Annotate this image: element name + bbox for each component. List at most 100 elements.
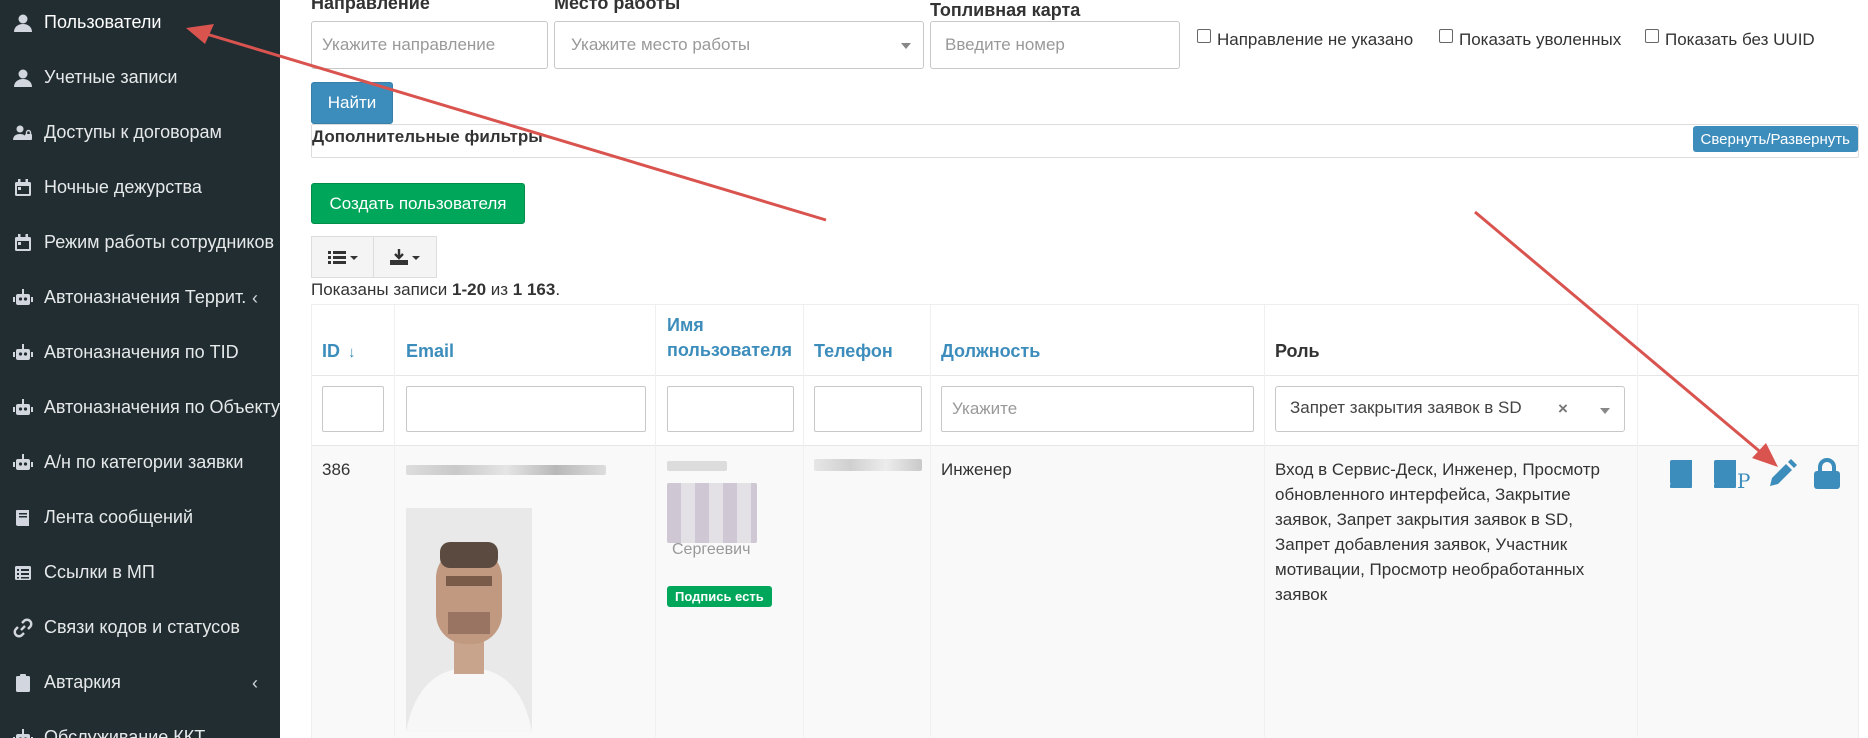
list-icon — [12, 562, 34, 584]
sidebar-item-label: Обслуживание ККТ — [44, 727, 206, 738]
sidebar-item-message-feed[interactable]: Лента сообщений — [0, 490, 280, 545]
link-icon — [12, 617, 34, 639]
sidebar-item-users[interactable]: Пользователи — [0, 0, 280, 50]
robot-icon — [12, 397, 34, 419]
cell-id: 386 — [322, 460, 351, 479]
additional-filters-panel: Дополнительные фильтры Свернуть/Разверну… — [311, 124, 1859, 158]
workplace-label: Место работы — [554, 0, 681, 13]
sidebar-item-auto-tid[interactable]: Автоназначения по TID — [0, 325, 280, 380]
export-menu-button[interactable] — [374, 236, 437, 278]
direction-input[interactable]: Укажите направление — [311, 21, 548, 69]
sidebar-item-label: Ночные дежурства — [44, 177, 202, 197]
filter-id-input[interactable] — [322, 386, 384, 432]
users-table: ID ↓ Email Имя пользователя Телефон Долж… — [311, 304, 1859, 738]
summary-middle: из — [486, 280, 513, 299]
users-lock-icon — [12, 122, 34, 144]
filter-username-input[interactable] — [667, 386, 794, 432]
no-direction-checkbox[interactable]: Направление не указано — [1197, 29, 1414, 50]
header-phone[interactable]: Телефон — [814, 339, 893, 364]
checkbox-label: Показать уволенных — [1459, 30, 1622, 49]
user-icon — [12, 67, 34, 89]
robot-icon — [12, 287, 34, 309]
sidebar-item-label: Учетные записи — [44, 67, 178, 87]
filter-email-input[interactable] — [406, 386, 646, 432]
cell-roles: Вход в Сервис-Деск, Инженер, Просмотр об… — [1275, 457, 1630, 607]
summary-total: 1 163 — [512, 280, 556, 299]
sidebar-item-kkt-service[interactable]: Обслуживание ККТ — [0, 710, 280, 738]
cell-username-fragment: Сергеевич — [672, 541, 751, 558]
workplace-select-placeholder: Укажите место работы — [571, 35, 751, 54]
summary-suffix: . — [555, 280, 561, 299]
sidebar-item-accounts[interactable]: Учетные записи — [0, 50, 280, 105]
robot-icon — [12, 727, 34, 738]
create-user-button[interactable]: Создать пользователя — [311, 183, 525, 224]
sidebar-item-auto-category[interactable]: А/н по категории заявки — [0, 435, 280, 490]
fuelcard-input[interactable]: Введите номер — [930, 21, 1180, 69]
sidebar-item-night-shifts[interactable]: Ночные дежурства — [0, 160, 280, 215]
filter-position-input[interactable]: Укажите — [941, 386, 1254, 432]
summary-range: 1-20 — [452, 280, 487, 299]
cell-username-redacted — [667, 461, 727, 471]
filter-role-select[interactable]: Запрет закрытия заявок в SD × — [1275, 386, 1625, 432]
collapse-expand-button[interactable]: Свернуть/Развернуть — [1692, 126, 1858, 152]
book-icon[interactable] — [1666, 458, 1696, 490]
sidebar-item-auto-territory[interactable]: Автоназначения Террит. ‹ — [0, 270, 280, 325]
sort-icon: ↓ — [348, 344, 356, 361]
sidebar-item-mp-links[interactable]: Ссылки в МП — [0, 545, 280, 600]
columns-menu-button[interactable] — [311, 236, 374, 278]
sidebar-item-contract-access[interactable]: Доступы к договорам — [0, 105, 280, 160]
calendar-icon — [12, 232, 34, 254]
sidebar-item-auto-object[interactable]: Автоназначения по Объекту — [0, 380, 280, 435]
header-id[interactable]: ID ↓ — [322, 339, 356, 365]
fuelcard-label: Топливная карта — [930, 0, 1081, 20]
sidebar-item-label: Связи кодов и статусов — [44, 617, 240, 637]
cell-phone-redacted — [814, 459, 922, 471]
sidebar-item-label: А/н по категории заявки — [44, 452, 244, 472]
workplace-select[interactable]: Укажите место работы — [554, 21, 924, 69]
filter-phone-input[interactable] — [814, 386, 922, 432]
column-divider — [803, 305, 804, 737]
book-report-icon[interactable]: P — [1710, 458, 1752, 490]
column-divider — [655, 305, 656, 737]
chevron-left-icon: ‹ — [252, 288, 258, 308]
caret-down-icon — [1600, 408, 1610, 414]
filter-divider — [312, 445, 1858, 446]
additional-filters-title: Дополнительные фильтры — [312, 127, 543, 146]
sidebar-item-work-mode[interactable]: Режим работы сотрудников — [0, 215, 280, 270]
export-icon — [390, 249, 420, 265]
user-photo — [406, 508, 532, 732]
sidebar-item-label: Лента сообщений — [44, 507, 194, 527]
grid-toolbar — [311, 236, 437, 278]
header-position[interactable]: Должность — [941, 339, 1040, 364]
checkbox-label: Направление не указано — [1217, 30, 1414, 49]
column-divider — [930, 305, 931, 737]
find-button[interactable]: Найти — [311, 82, 393, 124]
direction-label: Направление — [311, 0, 430, 13]
role-line: обновленного интерфейса, Закрытие — [1275, 485, 1571, 504]
sidebar-item-code-status-links[interactable]: Связи кодов и статусов — [0, 600, 280, 655]
clear-icon[interactable]: × — [1558, 399, 1568, 419]
sidebar-item-label: Автоназначения по TID — [44, 342, 239, 362]
sidebar-item-label: Режим работы сотрудников — [44, 232, 275, 252]
sidebar-item-autarky[interactable]: Автаркия ‹ — [0, 655, 280, 710]
checkbox-box[interactable] — [1645, 29, 1659, 43]
sidebar-item-label: Автоназначения по Объекту — [43, 397, 280, 417]
column-divider — [1264, 305, 1265, 737]
no-uuid-checkbox[interactable]: Показать без UUID — [1645, 29, 1815, 50]
header-username-line1: Имя — [667, 315, 704, 335]
book-icon — [12, 507, 34, 529]
cell-username-redacted — [667, 483, 757, 543]
edit-pencil-icon[interactable] — [1766, 458, 1798, 490]
checkbox-box[interactable] — [1439, 29, 1453, 43]
header-username[interactable]: Имя пользователя — [667, 313, 792, 363]
robot-icon — [12, 452, 34, 474]
header-id-label: ID — [322, 341, 340, 361]
checkbox-box[interactable] — [1197, 29, 1211, 43]
sidebar-item-label: Доступы к договорам — [44, 122, 222, 142]
header-username-line2: пользователя — [667, 340, 793, 360]
caret-down-icon — [901, 43, 911, 49]
role-line: заявок — [1275, 585, 1328, 604]
lock-icon[interactable] — [1812, 458, 1842, 490]
show-fired-checkbox[interactable]: Показать уволенных — [1439, 29, 1622, 50]
header-email[interactable]: Email — [406, 339, 454, 364]
